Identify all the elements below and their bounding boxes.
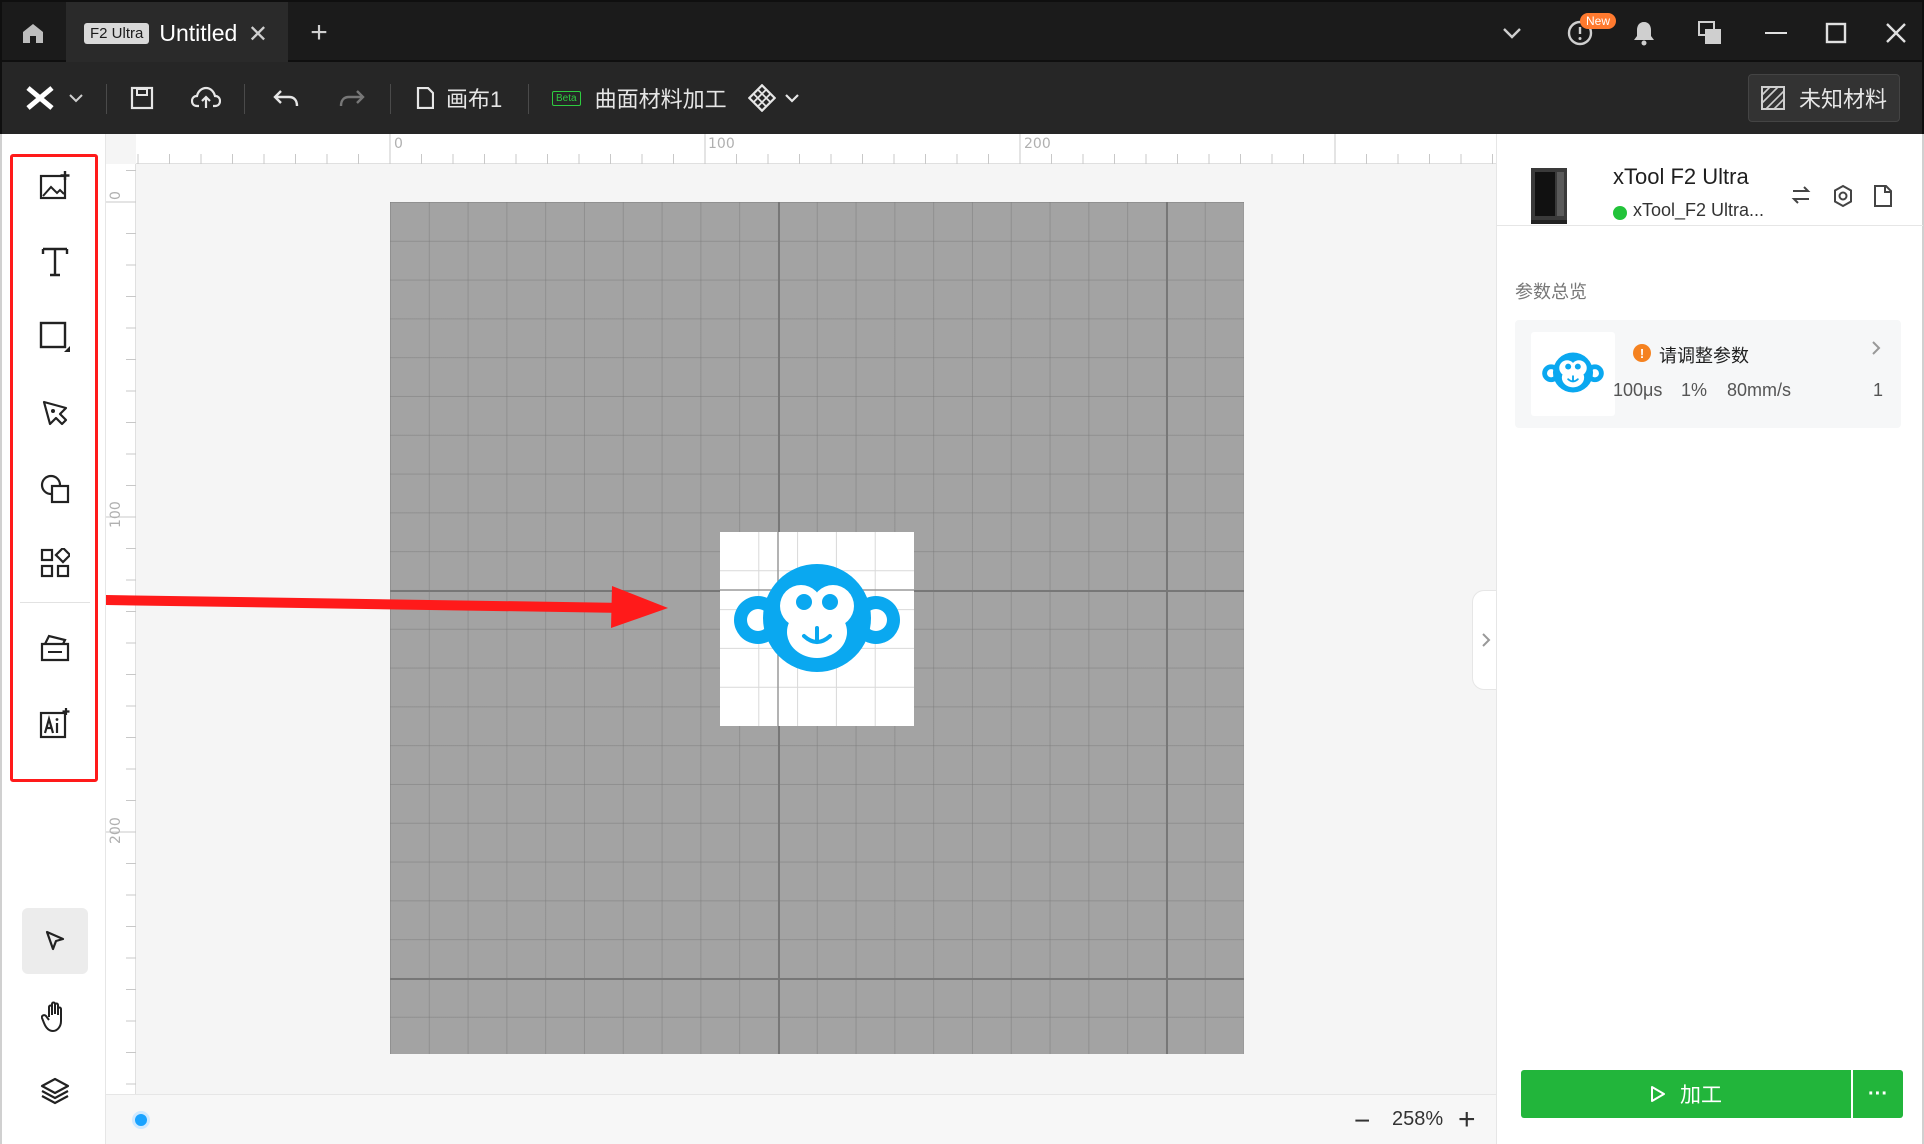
main-toolbar: 画布1 Beta 曲面材料加工 未知材料 — [0, 62, 1924, 134]
chevron-right-icon[interactable] — [1871, 340, 1881, 356]
undo-icon[interactable] — [266, 80, 306, 116]
xtool-logo-icon — [26, 86, 54, 110]
warning-icon: ! — [1633, 344, 1651, 362]
tool-divider — [20, 602, 90, 603]
text-tool-icon[interactable] — [32, 238, 78, 284]
select-tool-icon[interactable] — [22, 908, 88, 974]
swap-device-icon[interactable] — [1791, 186, 1815, 210]
home-icon[interactable] — [16, 16, 50, 50]
minimize-icon[interactable] — [1758, 14, 1794, 52]
collapse-panel-handle[interactable] — [1472, 590, 1498, 690]
red-arrow-annotation — [106, 586, 668, 628]
elements-library-icon[interactable] — [32, 540, 78, 586]
device-badge: F2 Ultra — [84, 22, 150, 44]
add-image-icon[interactable] — [32, 162, 78, 208]
shapes-tool-icon[interactable] — [32, 466, 78, 512]
device-name: xTool F2 Ultra — [1613, 164, 1749, 189]
new-badge: New — [1580, 13, 1617, 29]
param-pulse-width: 100μs — [1613, 380, 1663, 400]
save-icon[interactable] — [124, 80, 160, 116]
grid-menu-button[interactable] — [748, 80, 800, 116]
param-speed: 80mm/s — [1727, 380, 1792, 400]
windows-icon[interactable] — [1692, 14, 1728, 52]
device-card[interactable]: xTool F2 Ultra xTool_F2 Ultra... — [1497, 134, 1923, 226]
material-label: 未知材料 — [1798, 87, 1887, 112]
cloud-upload-icon[interactable] — [186, 80, 226, 116]
param-overview-title: 参数总览 — [1515, 282, 1587, 302]
canvas-name: 画布1 — [446, 87, 503, 112]
maximize-icon[interactable] — [1818, 14, 1854, 52]
grid-pattern-icon — [748, 84, 776, 112]
material-pattern-icon — [1760, 86, 1785, 110]
close-tab-icon[interactable]: ✕ — [248, 20, 268, 49]
app-menu-button[interactable] — [26, 80, 84, 116]
close-window-icon[interactable] — [1878, 14, 1914, 52]
beta-badge: Beta — [552, 90, 581, 106]
document-title: Untitled — [159, 19, 238, 46]
status-bar: − 258% + — [106, 1094, 1496, 1144]
canvas-workarea[interactable]: 0 100 200 0 100 200 — [106, 134, 1496, 1094]
ai-image-icon[interactable] — [32, 700, 78, 746]
curved-material-mode[interactable]: Beta 曲面材料加工 — [552, 80, 727, 116]
zoom-level[interactable]: 258% — [1392, 1108, 1443, 1131]
document-tab[interactable]: F2 Ultra Untitled ✕ — [66, 2, 288, 64]
adjust-params-warning: 请调整参数 — [1659, 346, 1749, 366]
param-card[interactable]: ! 请调整参数 100μs 1% 80mm/s 1 — [1515, 320, 1901, 428]
pen-tool-icon[interactable] — [32, 390, 78, 436]
layer-thumbnail — [1531, 332, 1615, 416]
right-panel: xTool F2 Ultra xTool_F2 Ultra... 参数总览 ! … — [1496, 134, 1924, 1144]
curved-mode-label: 曲面材料加工 — [594, 87, 727, 112]
param-power: 1% — [1681, 380, 1708, 400]
monkey-logo-icon — [1542, 352, 1604, 393]
bell-icon[interactable] — [1626, 14, 1662, 52]
redo-icon[interactable] — [332, 80, 372, 116]
process-button[interactable]: 加工 — [1521, 1070, 1851, 1118]
material-selector[interactable]: 未知材料 — [1748, 74, 1900, 122]
process-more-button[interactable]: ··· — [1853, 1070, 1903, 1118]
device-online-dot — [1613, 206, 1627, 220]
chevron-down-icon — [785, 94, 799, 103]
chevron-down-icon[interactable] — [1494, 18, 1530, 48]
device-connection: xTool_F2 Ultra... — [1633, 200, 1765, 220]
hand-tool-icon[interactable] — [32, 994, 78, 1040]
canvas-selector[interactable]: 画布1 — [416, 80, 502, 116]
add-tab-button[interactable]: + — [302, 16, 336, 50]
zoom-out-button[interactable]: − — [1354, 1105, 1370, 1137]
laser-machine-icon — [1531, 168, 1567, 224]
process-label: 加工 — [1680, 1084, 1722, 1107]
title-bar: F2 Ultra Untitled ✕ + New — [0, 0, 1924, 64]
file-icon[interactable] — [1873, 184, 1897, 210]
play-icon — [1651, 1086, 1665, 1102]
project-library-icon[interactable] — [32, 624, 78, 670]
document-icon — [416, 87, 434, 109]
zoom-in-button[interactable]: + — [1458, 1103, 1476, 1137]
connection-status-dot[interactable] — [132, 1111, 150, 1129]
left-tool-panel — [0, 134, 106, 1144]
layers-icon[interactable] — [32, 1068, 78, 1114]
chevron-down-icon — [69, 94, 83, 103]
param-passes: 1 — [1873, 380, 1884, 400]
gear-icon[interactable] — [1831, 184, 1857, 210]
rectangle-tool-icon[interactable] — [32, 314, 78, 360]
